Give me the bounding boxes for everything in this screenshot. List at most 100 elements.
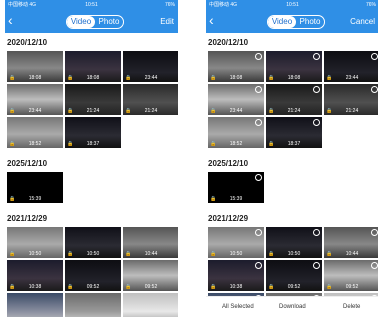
thumbnail-time: 10:38 bbox=[28, 284, 42, 290]
video-thumbnail[interactable]: 🔒 21:24 bbox=[266, 84, 322, 115]
video-grid: 2020/12/10 🔒 18:08 🔒 18:08 🔒 23:44 🔒 23:44 🔒 21:24… bbox=[206, 33, 378, 317]
chevron-left-icon[interactable]: ‹ bbox=[209, 13, 221, 27]
video-thumbnail[interactable]: 🔒 18:52 bbox=[7, 117, 63, 148]
video-thumbnail[interactable]: 🔒 18:52 bbox=[208, 117, 264, 148]
thumbnail-time: 15:39 bbox=[229, 196, 243, 202]
thumbnail-time: 18:08 bbox=[287, 75, 301, 81]
thumbnail-time: 10:44 bbox=[144, 251, 158, 257]
video-thumbnail[interactable]: 🔒 18:08 bbox=[266, 51, 322, 82]
thumbnail-time: 18:37 bbox=[86, 141, 100, 147]
date-header: 2021/12/29 bbox=[7, 214, 48, 223]
video-thumbnail[interactable]: 🔒 10:50 bbox=[266, 227, 322, 258]
video-thumbnail[interactable]: 🔒 10:44 bbox=[123, 227, 178, 258]
edit-button[interactable]: Edit bbox=[160, 16, 174, 28]
video-thumbnail[interactable]: 🔒 09:52 bbox=[123, 260, 178, 291]
select-circle-icon[interactable] bbox=[255, 86, 262, 93]
tab-photo[interactable]: Photo bbox=[95, 16, 123, 28]
select-circle-icon[interactable] bbox=[371, 86, 378, 93]
thumbnail-time: 18:37 bbox=[287, 141, 301, 147]
video-thumbnail[interactable] bbox=[7, 293, 63, 317]
select-circle-icon[interactable] bbox=[255, 174, 262, 181]
video-thumbnail[interactable]: 🔒 10:38 bbox=[7, 260, 63, 291]
select-circle-icon[interactable] bbox=[313, 262, 320, 269]
date-header: 2021/12/29 bbox=[208, 214, 249, 223]
thumbnail-time: 10:50 bbox=[229, 251, 243, 257]
thumbnail-time: 10:50 bbox=[287, 251, 301, 257]
select-circle-icon[interactable] bbox=[255, 229, 262, 236]
video-thumbnail[interactable]: 🔒 09:52 bbox=[324, 260, 378, 291]
status-bar: 中国移动 4G 10:51 76% bbox=[5, 0, 178, 11]
video-thumbnail[interactable]: 🔒 21:24 bbox=[65, 84, 121, 115]
thumbnail-time: 18:08 bbox=[28, 75, 42, 81]
video-thumbnail[interactable]: 🔒 23:44 bbox=[208, 84, 264, 115]
thumbnail-time: 18:08 bbox=[86, 75, 100, 81]
video-thumbnail[interactable]: 🔒 21:24 bbox=[123, 84, 178, 115]
select-circle-icon[interactable] bbox=[313, 119, 320, 126]
video-thumbnail[interactable]: 🔒 18:08 bbox=[65, 51, 121, 82]
select-circle-icon[interactable] bbox=[371, 53, 378, 60]
app-header: 中国移动 4G 10:51 76% ‹ Video Photo Cancel bbox=[206, 0, 378, 33]
video-thumbnail[interactable]: 🔒 09:52 bbox=[266, 260, 322, 291]
video-thumbnail[interactable]: 🔒 10:50 bbox=[7, 227, 63, 258]
chevron-left-icon[interactable]: ‹ bbox=[8, 13, 20, 27]
thumbnail-time: 23:44 bbox=[144, 75, 158, 81]
video-thumbnail[interactable]: 🔒 18:08 bbox=[208, 51, 264, 82]
thumbnail-time: 21:24 bbox=[144, 108, 158, 114]
date-header: 2020/12/10 bbox=[7, 38, 48, 47]
select-circle-icon[interactable] bbox=[313, 53, 320, 60]
delete-button[interactable]: Delete bbox=[343, 297, 360, 317]
download-button[interactable]: Download bbox=[279, 297, 306, 317]
thumbnail-time: 21:24 bbox=[287, 108, 301, 114]
screenshot-gutter bbox=[178, 0, 206, 317]
select-circle-icon[interactable] bbox=[371, 229, 378, 236]
video-thumbnail[interactable]: 🔒 18:37 bbox=[65, 117, 121, 148]
select-circle-icon[interactable] bbox=[313, 229, 320, 236]
select-circle-icon[interactable] bbox=[255, 53, 262, 60]
video-thumbnail[interactable]: 🔒 10:50 bbox=[65, 227, 121, 258]
date-header: 2025/12/10 bbox=[208, 159, 249, 168]
video-thumbnail[interactable]: 🔒 18:37 bbox=[266, 117, 322, 148]
phone-screen-browse: 中国移动 4G 10:51 76% ‹ Video Photo Edit 202… bbox=[5, 0, 178, 317]
thumbnail-time: 10:44 bbox=[345, 251, 359, 257]
video-thumbnail[interactable]: 🔒 10:50 bbox=[208, 227, 264, 258]
select-circle-icon[interactable] bbox=[255, 262, 262, 269]
thumbnail-time: 23:44 bbox=[229, 108, 243, 114]
tab-video[interactable]: Video bbox=[67, 16, 95, 28]
video-thumbnail[interactable]: 🔒 23:44 bbox=[7, 84, 63, 115]
video-thumbnail[interactable]: 🔒 10:44 bbox=[324, 227, 378, 258]
thumbnail-time: 21:24 bbox=[86, 108, 100, 114]
phone-screen-select: 中国移动 4G 10:51 76% ‹ Video Photo Cancel 2… bbox=[206, 0, 378, 317]
thumbnail-time: 21:24 bbox=[345, 108, 359, 114]
thumbnail-time: 23:44 bbox=[345, 75, 359, 81]
select-circle-icon[interactable] bbox=[371, 262, 378, 269]
thumbnail-time: 18:52 bbox=[229, 141, 243, 147]
status-bar: 中国移动 4G 10:51 76% bbox=[206, 0, 378, 11]
media-type-toggle: Video Photo bbox=[66, 15, 124, 29]
tab-video[interactable]: Video bbox=[268, 16, 296, 28]
video-thumbnail[interactable]: 🔒 09:52 bbox=[65, 260, 121, 291]
video-thumbnail[interactable]: 🔒 15:39 bbox=[7, 172, 63, 203]
all-selected-button[interactable]: All Selected bbox=[222, 297, 254, 317]
cancel-button[interactable]: Cancel bbox=[350, 16, 375, 28]
tab-photo[interactable]: Photo bbox=[296, 16, 324, 28]
select-circle-icon[interactable] bbox=[255, 119, 262, 126]
date-header: 2020/12/10 bbox=[208, 38, 249, 47]
clock: 10:51 bbox=[286, 2, 299, 8]
video-thumbnail[interactable] bbox=[123, 293, 178, 317]
video-thumbnail[interactable] bbox=[65, 293, 121, 317]
video-thumbnail[interactable]: 🔒 15:39 bbox=[208, 172, 264, 203]
date-header: 2025/12/10 bbox=[7, 159, 48, 168]
thumbnail-time: 18:08 bbox=[229, 75, 243, 81]
battery-level: 76% bbox=[164, 2, 175, 8]
thumbnail-time: 09:52 bbox=[86, 284, 100, 290]
thumbnail-time: 09:52 bbox=[345, 284, 359, 290]
video-thumbnail[interactable]: 🔒 23:44 bbox=[123, 51, 178, 82]
select-circle-icon[interactable] bbox=[313, 86, 320, 93]
thumbnail-time: 09:52 bbox=[144, 284, 158, 290]
battery-level: 76% bbox=[365, 2, 376, 8]
video-thumbnail[interactable]: 🔒 23:44 bbox=[324, 51, 378, 82]
video-thumbnail[interactable]: 🔒 18:08 bbox=[7, 51, 63, 82]
video-thumbnail[interactable]: 🔒 21:24 bbox=[324, 84, 378, 115]
video-thumbnail[interactable]: 🔒 10:38 bbox=[208, 260, 264, 291]
thumbnail-time: 18:52 bbox=[28, 141, 42, 147]
